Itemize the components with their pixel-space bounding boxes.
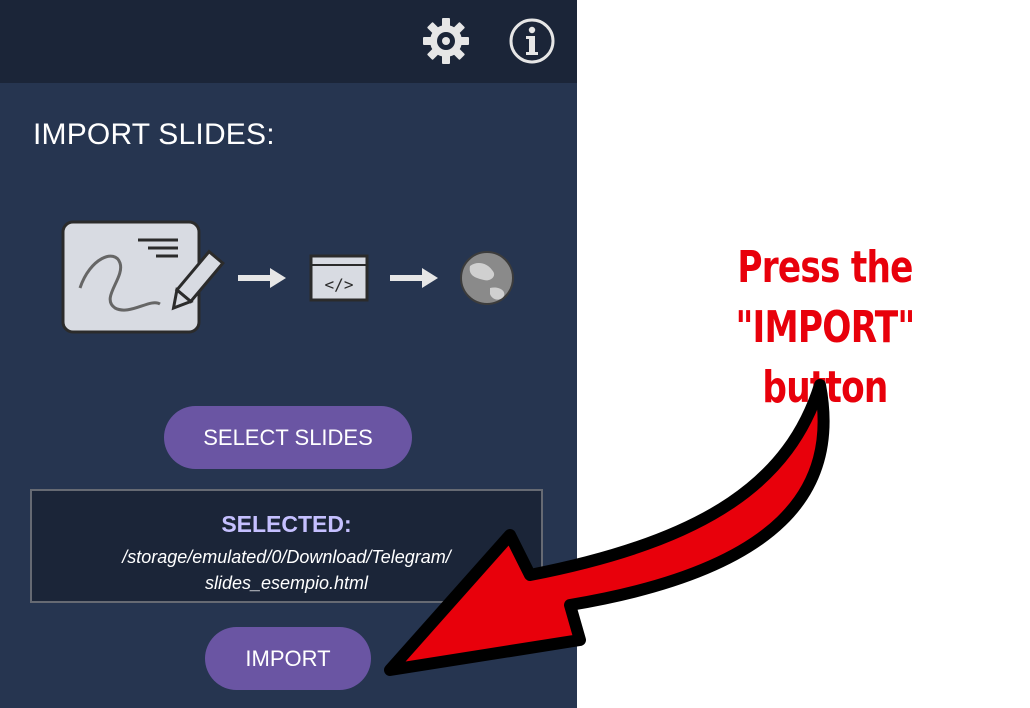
drawing-tablet-icon — [61, 220, 225, 334]
arrow-right-icon — [390, 268, 438, 288]
svg-text:</>: </> — [325, 275, 354, 294]
info-icon[interactable] — [507, 16, 557, 66]
globe-icon — [460, 251, 514, 305]
page-title: IMPORT SLIDES: — [33, 118, 275, 151]
code-window-icon: </> — [309, 254, 369, 302]
select-slides-button[interactable]: SELECT SLIDES — [164, 406, 412, 469]
gear-icon[interactable] — [421, 16, 471, 66]
import-flow-illustration: </> — [61, 220, 514, 334]
top-bar — [0, 0, 577, 83]
import-button[interactable]: IMPORT — [205, 627, 371, 690]
annotation-arrow-icon — [384, 379, 830, 676]
annotation-line-1: Press the "IMPORT" — [735, 242, 915, 353]
arrow-right-icon — [238, 268, 286, 288]
